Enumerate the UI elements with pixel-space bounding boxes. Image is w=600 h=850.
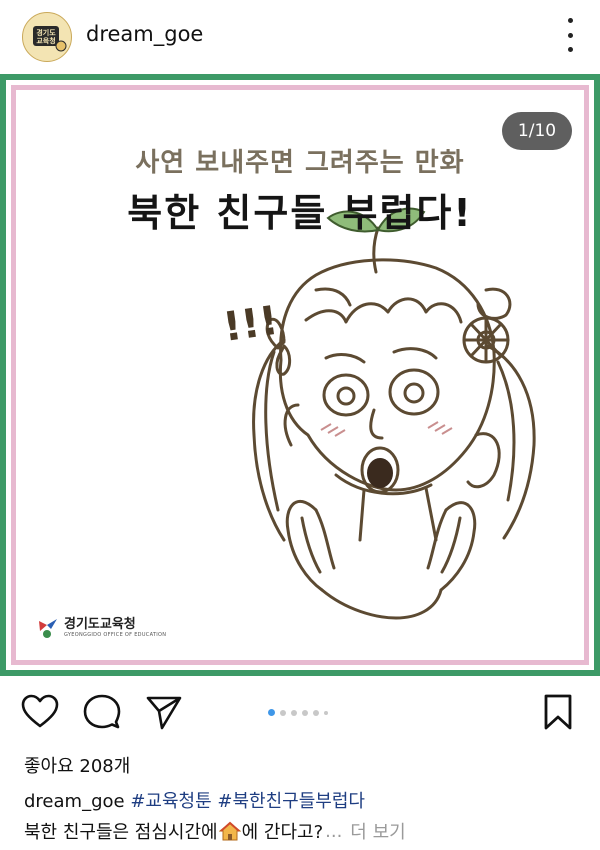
logo-english-name: GYEONGGIDO OFFICE OF EDUCATION: [64, 632, 167, 638]
carousel-dot: [302, 709, 308, 716]
post-actions: [0, 676, 600, 746]
carousel-dot-active: [268, 709, 275, 716]
image-frame-white: !!! 1/10 사연 보내주면 그려주는 만화 북한 친구들 부럽다! 경기도…: [6, 80, 594, 670]
profile-avatar[interactable]: 경기도 교육청: [22, 12, 72, 62]
caption-ellipsis: ...: [325, 820, 343, 842]
carousel-dot: [313, 709, 319, 716]
house-emoji-icon: [218, 821, 241, 841]
caption-line-1: dream_goe #교육청툰 #북한친구들부럽다: [24, 787, 365, 813]
caption-hashtags[interactable]: #교육청툰 #북한친구들부럽다: [130, 791, 365, 812]
carousel-dots: [268, 709, 328, 716]
exclamation-marks: !!!: [220, 298, 281, 351]
heart-icon[interactable]: [20, 692, 60, 732]
share-icon[interactable]: [144, 692, 184, 732]
more-options-icon[interactable]: [560, 18, 580, 52]
carousel-dot: [280, 709, 286, 716]
svg-text:경기도: 경기도: [36, 28, 56, 37]
comic-title: 북한 친구들 부럽다!: [127, 191, 473, 235]
bookmark-icon[interactable]: [538, 692, 578, 732]
comment-icon[interactable]: [82, 692, 122, 732]
caption-line-2: 북한 친구들은 점심시간에 에 간다고? ... 더 보기: [24, 818, 406, 844]
carousel-dot: [324, 710, 328, 715]
post-image[interactable]: !!! 1/10 사연 보내주면 그려주는 만화 북한 친구들 부럽다! 경기도…: [0, 74, 600, 676]
post-header: 경기도 교육청 dream_goe: [0, 0, 600, 74]
see-more-link[interactable]: 더 보기: [350, 818, 405, 844]
education-office-logo-icon: [39, 619, 57, 638]
carousel-dot: [291, 709, 297, 716]
logo-korean-name: 경기도교육청: [64, 617, 136, 632]
caption-text-after: 에 간다고?: [241, 822, 324, 843]
education-office-logo: 경기도교육청 GYEONGGIDO OFFICE OF EDUCATION: [36, 615, 166, 641]
comic-subtitle: 사연 보내주면 그려주는 만화: [135, 148, 465, 178]
image-frame-pink: !!! 1/10 사연 보내주면 그려주는 만화 북한 친구들 부럽다! 경기도…: [11, 85, 589, 665]
comic-panel: !!! 1/10 사연 보내주면 그려주는 만화 북한 친구들 부럽다! 경기도…: [16, 90, 584, 660]
svg-text:교육청: 교육청: [36, 36, 55, 45]
avatar-logo-icon: 경기도 교육청: [24, 14, 70, 60]
header-username[interactable]: dream_goe: [86, 22, 203, 46]
caption-text-before: 북한 친구들은 점심시간에: [24, 822, 218, 843]
caption-username[interactable]: dream_goe: [24, 791, 125, 812]
likes-count[interactable]: 좋아요 208개: [24, 752, 130, 778]
